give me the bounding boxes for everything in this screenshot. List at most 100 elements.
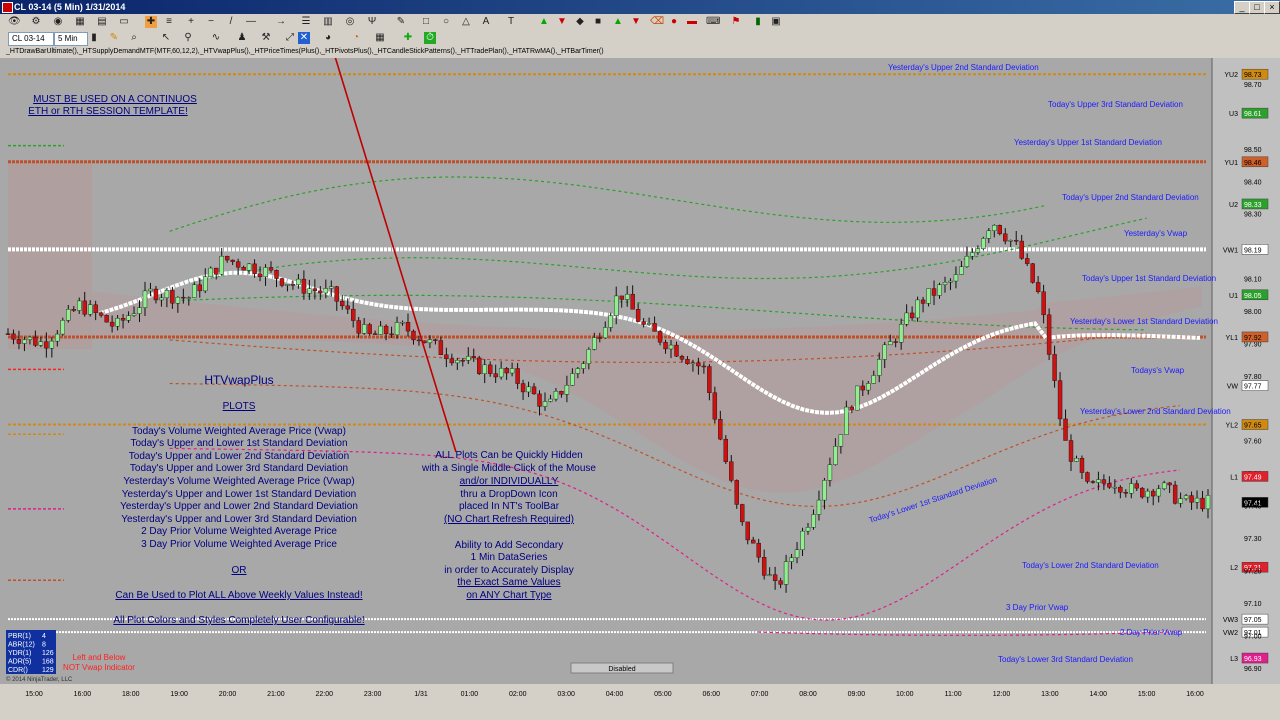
candle-body — [93, 304, 98, 313]
strategy-icon[interactable]: ♟ — [236, 32, 248, 44]
candle-body — [477, 357, 482, 374]
pen-icon[interactable]: ✎ — [108, 32, 120, 44]
pencil-icon[interactable]: ✎ — [395, 16, 407, 28]
price-axis-tag: L1 — [1230, 474, 1238, 481]
candle-body — [871, 375, 876, 384]
triangle-down-icon[interactable]: ▼ — [630, 16, 642, 28]
candle-body — [663, 341, 668, 350]
price-axis-tag: U1 — [1229, 293, 1238, 300]
candle-body — [345, 305, 350, 310]
note-hide-line: ALL Plots Can be Quickly Hidden — [435, 450, 583, 461]
candle-body — [301, 278, 307, 294]
patterns-icon[interactable]: ▦ — [374, 32, 386, 44]
candle-body — [460, 360, 465, 362]
keyboard-icon[interactable]: ⌨ — [706, 16, 720, 28]
disabled-label: Disabled — [608, 666, 635, 673]
price-chart[interactable]: YU2 98.73 98.70 U3 98.61 98.50 YU1 98.46 98.40 U2… — [0, 58, 1280, 720]
print-icon[interactable]: ▭ — [118, 16, 130, 28]
candle-body — [827, 464, 833, 481]
candle-body — [986, 230, 992, 239]
draw-tools-icon[interactable]: ⤢ — [284, 32, 296, 44]
candle-body — [87, 304, 93, 315]
ray-icon[interactable]: / — [225, 16, 237, 28]
price-axis-tag: VW3 — [1223, 617, 1238, 624]
pitchfork-icon[interactable]: Ψ — [366, 16, 378, 28]
settings-icon[interactable]: ⚙ — [30, 16, 42, 28]
vwap-toggle-icon[interactable]: ✕ — [298, 32, 310, 44]
maximize-button[interactable]: □ — [1249, 1, 1265, 14]
candle-body — [148, 288, 153, 292]
square-icon[interactable]: ■ — [592, 16, 604, 28]
candle-body — [838, 434, 844, 447]
candle-body — [296, 278, 301, 285]
triangle-up-icon[interactable]: ▲ — [612, 16, 624, 28]
zoom-in-icon[interactable]: + — [185, 16, 197, 28]
candle-body — [1090, 481, 1096, 483]
candle-body — [400, 322, 405, 324]
candle-body — [855, 385, 860, 411]
candle-body — [1145, 490, 1150, 498]
bar-type-icon[interactable]: ▮ — [88, 32, 100, 44]
zoom-icon[interactable]: ⚲ — [182, 32, 194, 44]
triangle-icon[interactable]: △ — [460, 16, 472, 28]
note-plot-item: Today's Volume Weighted Average Price (V… — [132, 426, 346, 437]
rectangle-icon[interactable]: □ — [420, 16, 432, 28]
time-axis-label: 22:00 — [315, 691, 333, 698]
candle-body — [772, 574, 778, 581]
arrow-line-icon[interactable]: → — [275, 16, 287, 28]
lines-icon[interactable]: ≡ — [163, 16, 175, 28]
ellipse-icon[interactable]: ○ — [440, 16, 452, 28]
close-button[interactable]: × — [1264, 1, 1280, 14]
candle-body — [1074, 458, 1079, 462]
instrument-selector[interactable]: CL 03-14 — [8, 32, 54, 46]
candle-body — [44, 341, 49, 349]
candle-body — [679, 356, 685, 360]
bar-timer-icon[interactable]: ⏱ — [424, 32, 436, 44]
note-template-2: ETH or RTH SESSION TEMPLATE! — [28, 106, 187, 117]
diamond-icon[interactable]: ◆ — [574, 16, 586, 28]
eye-icon[interactable]: 👁 — [8, 16, 21, 28]
text-icon[interactable]: A — [480, 16, 492, 28]
arrow-up-icon[interactable]: ▲ — [538, 16, 550, 28]
candle-body — [1003, 233, 1008, 242]
arrow-down-icon[interactable]: ▼ — [556, 16, 568, 28]
candle-body — [740, 504, 745, 523]
target-icon[interactable]: ◎ — [344, 16, 356, 28]
tradeplan-icon[interactable]: ✚ — [402, 32, 414, 44]
note-or: OR — [232, 565, 247, 576]
candle-body — [948, 280, 953, 283]
interval-selector[interactable]: 5 Min — [54, 32, 88, 46]
table-icon[interactable]: ▤ — [96, 16, 108, 28]
hline-icon[interactable]: — — [245, 16, 257, 28]
candle-body — [1057, 380, 1063, 420]
flag-icon[interactable]: ⚑ — [730, 16, 742, 28]
zoom-out-icon[interactable]: − — [205, 16, 217, 28]
text-tool-icon[interactable]: T — [505, 16, 517, 28]
vwap-dropdown-icon[interactable]: ◕ — [322, 32, 334, 44]
stop-icon[interactable]: ▬ — [686, 16, 698, 28]
note-plot-item: Today's Upper and Lower 2nd Standard Dev… — [129, 451, 349, 462]
candle-body — [153, 288, 159, 301]
magnify-icon[interactable]: ⌕ — [128, 32, 140, 44]
grid-icon[interactable]: ▦ — [74, 16, 86, 28]
candles-icon[interactable]: ▮ — [752, 16, 764, 28]
view-icon[interactable]: ◉ — [52, 16, 64, 28]
indicator-icon[interactable]: ∿ — [210, 32, 222, 44]
layout-icon[interactable]: ▣ — [770, 16, 782, 28]
time-axis-label: 21:00 — [267, 691, 285, 698]
candle-body — [597, 337, 602, 339]
fib-icon[interactable]: ☰ — [300, 16, 312, 28]
drawing-toolbar: 👁 ⚙ ◉ ▦ ▤ ▭ ✚ ≡ + − / — → ☰ ▥ ◎ Ψ ✎ □ ○ … — [0, 14, 1280, 32]
record-icon[interactable]: ● — [668, 16, 680, 28]
candle-body — [22, 339, 27, 344]
eraser-icon[interactable]: ⌫ — [650, 16, 664, 28]
crosshair-icon[interactable]: ✚ — [145, 16, 157, 28]
properties-icon[interactable]: ⚒ — [260, 32, 272, 44]
time-axis-background — [0, 684, 1280, 720]
candle-body — [1129, 483, 1134, 494]
channel-icon[interactable]: ▥ — [322, 16, 334, 28]
pivots-icon[interactable]: ◔ — [350, 32, 362, 44]
cursor-icon[interactable]: ↖ — [160, 32, 172, 44]
candle-body — [493, 373, 498, 378]
minimize-button[interactable]: _ — [1234, 1, 1250, 14]
